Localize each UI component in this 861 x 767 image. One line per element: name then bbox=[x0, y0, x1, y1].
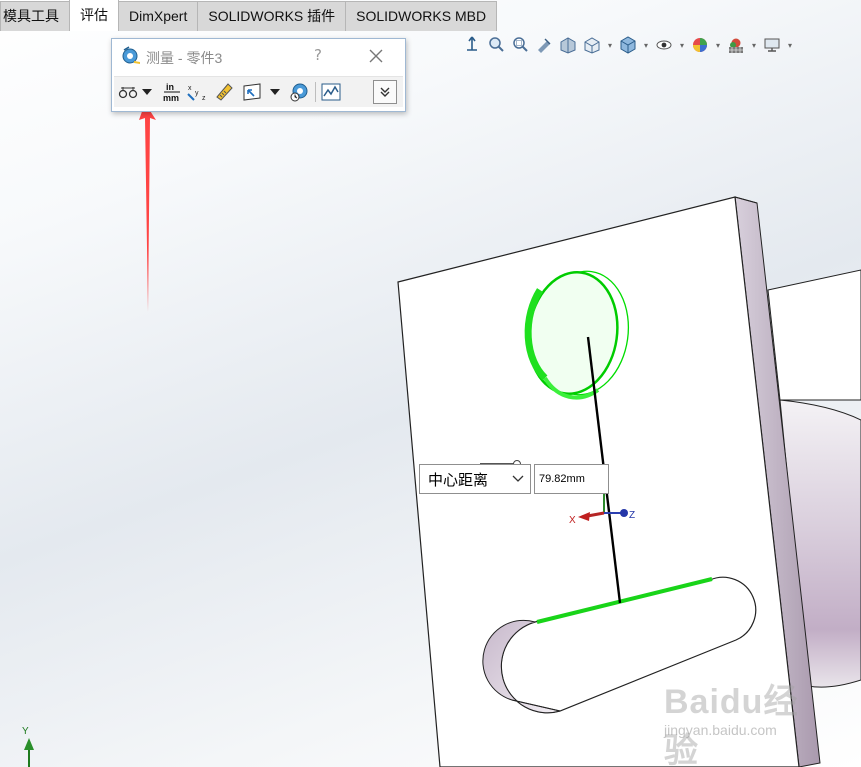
units-precision-button[interactable]: in mm bbox=[161, 81, 183, 103]
distance-mode-value: 中心距离 bbox=[428, 471, 489, 489]
svg-text:y: y bbox=[195, 90, 199, 97]
projection-button[interactable] bbox=[241, 81, 263, 103]
ref-triad-y-label: Y bbox=[22, 726, 29, 737]
close-icon bbox=[369, 49, 383, 63]
arc-options-dropdown[interactable] bbox=[139, 81, 155, 103]
toolbar-separator bbox=[315, 82, 316, 102]
reference-triad: Y bbox=[22, 726, 34, 767]
chevron-down-icon bbox=[512, 475, 524, 482]
distance-mode-select[interactable]: 中心距离 bbox=[419, 464, 531, 494]
help-button[interactable]: ? bbox=[311, 46, 325, 66]
dialog-titlebar[interactable]: 测量 - 零件3 ? bbox=[112, 39, 405, 75]
svg-text:x: x bbox=[188, 85, 192, 92]
measure-tape-icon bbox=[121, 46, 141, 66]
arc-circle-measure-icon bbox=[118, 87, 138, 99]
distance-value-field: 79.82mm bbox=[534, 464, 609, 494]
projection-options-dropdown[interactable] bbox=[267, 81, 283, 103]
measure-history-button[interactable] bbox=[288, 81, 310, 103]
arc-circle-measure-button[interactable] bbox=[117, 81, 139, 103]
units-precision-icon: in mm bbox=[163, 82, 180, 102]
solidworks-window: 模具工具 评估 DimXpert SOLIDWORKS 插件 SOLIDWORK… bbox=[0, 0, 861, 767]
create-sensor-icon bbox=[321, 83, 341, 101]
watermark-url: jingyan.baidu.com bbox=[664, 722, 777, 738]
show-xyz-button[interactable]: xyz bbox=[187, 81, 209, 103]
close-button[interactable] bbox=[364, 44, 388, 68]
expand-dialog-button[interactable] bbox=[373, 80, 397, 104]
triad-z-label: Z bbox=[629, 510, 635, 521]
measure-history-icon bbox=[290, 83, 308, 102]
svg-text:mm: mm bbox=[163, 93, 179, 102]
measure-toolbar: in mm xyz bbox=[114, 76, 403, 107]
baidu-watermark: Baidu经验 jingyan.baidu.com bbox=[664, 672, 814, 767]
create-sensor-button[interactable] bbox=[320, 81, 342, 103]
double-chevron-down-icon bbox=[380, 87, 390, 97]
svg-text:in: in bbox=[166, 82, 174, 92]
dropdown-arrow-icon bbox=[270, 89, 280, 95]
distance-value: 79.82mm bbox=[539, 473, 585, 485]
measure-dialog: 测量 - 零件3 ? in mm xyz bbox=[111, 38, 406, 112]
show-xyz-icon: xyz bbox=[187, 85, 206, 102]
svg-text:z: z bbox=[202, 95, 206, 102]
watermark-text: Baidu经验 bbox=[664, 683, 799, 767]
triad-x-label: X bbox=[569, 515, 576, 526]
dialog-title: 测量 - 零件3 bbox=[146, 50, 223, 66]
graphics-area[interactable]: Y X Z Y bbox=[0, 0, 861, 767]
point-to-point-icon bbox=[216, 83, 233, 101]
dropdown-arrow-icon bbox=[142, 89, 152, 95]
projection-icon bbox=[243, 83, 261, 101]
annotation-arrow bbox=[139, 103, 156, 312]
point-to-point-button[interactable] bbox=[213, 81, 235, 103]
